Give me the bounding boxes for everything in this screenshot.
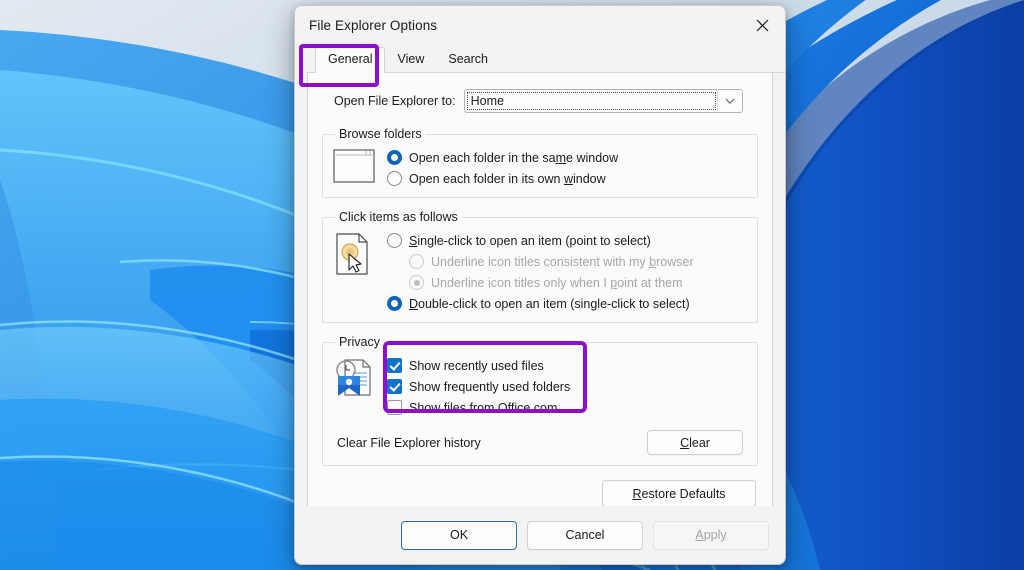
checkbox-office-com-files[interactable]: Show files from Office.com bbox=[387, 397, 747, 418]
dialog-footer: OK Cancel Apply bbox=[295, 506, 785, 564]
dialog-titlebar: File Explorer Options bbox=[295, 6, 785, 45]
tabstrip: General View Search bbox=[307, 45, 785, 73]
document-pointer-icon bbox=[333, 228, 387, 279]
close-icon[interactable] bbox=[739, 6, 785, 45]
radio-indicator bbox=[387, 296, 402, 311]
chevron-down-glyph bbox=[725, 98, 734, 104]
checkbox-frequently-used-folders[interactable]: Show frequently used folders bbox=[387, 376, 747, 397]
privacy-glyph bbox=[336, 359, 371, 396]
document-pointer-glyph bbox=[336, 233, 368, 275]
radio-underline-on-point-label: Underline icon titles only when I point … bbox=[431, 275, 683, 290]
checkbox-recently-used-files-label: Show recently used files bbox=[409, 358, 544, 373]
click-items-legend: Click items as follows bbox=[339, 210, 458, 224]
ok-button[interactable]: OK bbox=[401, 520, 517, 550]
tab-view-label: View bbox=[397, 52, 425, 66]
click-items-group: Click items as follows Single-click to o… bbox=[322, 210, 758, 323]
checkbox-recently-used-files[interactable]: Show recently used files bbox=[387, 355, 747, 376]
window-folder-icon bbox=[333, 145, 387, 186]
restore-defaults-button[interactable]: Restore Defaults bbox=[602, 480, 756, 507]
window-folder-glyph bbox=[333, 149, 375, 183]
cancel-button[interactable]: Cancel bbox=[527, 520, 643, 550]
browse-folders-legend: Browse folders bbox=[339, 127, 422, 141]
checkbox-indicator bbox=[387, 400, 402, 415]
open-to-combobox[interactable]: Home bbox=[463, 89, 743, 113]
radio-underline-consistent-label: Underline icon titles consistent with my… bbox=[431, 254, 694, 269]
tab-general-label: General bbox=[328, 52, 373, 66]
radio-indicator bbox=[409, 275, 424, 290]
tab-search-label: Search bbox=[448, 52, 488, 66]
open-to-label: Open File Explorer to: bbox=[334, 94, 456, 108]
checkbox-indicator bbox=[387, 358, 402, 373]
dialog-title: File Explorer Options bbox=[309, 18, 438, 33]
radio-underline-consistent: Underline icon titles consistent with my… bbox=[387, 251, 747, 272]
chevron-down-icon[interactable] bbox=[716, 90, 742, 112]
radio-single-click-label: Single-click to open an item (point to s… bbox=[409, 233, 651, 248]
radio-double-click[interactable]: Double-click to open an item (single-cli… bbox=[387, 293, 747, 314]
clear-history-label: Clear File Explorer history bbox=[337, 435, 481, 450]
tab-general[interactable]: General bbox=[315, 47, 386, 73]
privacy-group: Privacy Show recently used files Show fr… bbox=[322, 335, 758, 466]
restore-defaults-row: Restore Defaults bbox=[322, 480, 756, 507]
document-clock-bookmark-icon bbox=[333, 353, 387, 402]
radio-indicator bbox=[387, 150, 402, 165]
radio-indicator bbox=[387, 233, 402, 248]
general-tab-panel: Open File Explorer to: Home Browse folde… bbox=[307, 73, 773, 520]
radio-same-window-label: Open each folder in the same window bbox=[409, 150, 619, 165]
checkbox-office-com-files-label: Show files from Office.com bbox=[409, 400, 558, 415]
open-file-explorer-to-row: Open File Explorer to: Home bbox=[334, 89, 758, 113]
radio-own-window-label: Open each folder in its own window bbox=[409, 171, 606, 186]
file-explorer-options-dialog: File Explorer Options General View Searc… bbox=[294, 5, 786, 565]
privacy-legend: Privacy bbox=[339, 335, 380, 349]
radio-underline-on-point: Underline icon titles only when I point … bbox=[387, 272, 747, 293]
apply-button: Apply bbox=[653, 520, 769, 550]
radio-single-click[interactable]: Single-click to open an item (point to s… bbox=[387, 230, 747, 251]
clear-history-row: Clear File Explorer history Clear bbox=[337, 430, 743, 455]
radio-indicator bbox=[409, 254, 424, 269]
browse-folders-group: Browse folders Open each folder in the s… bbox=[322, 127, 758, 198]
checkbox-indicator bbox=[387, 379, 402, 394]
tab-search[interactable]: Search bbox=[436, 48, 500, 72]
checkbox-frequently-used-folders-label: Show frequently used folders bbox=[409, 379, 571, 394]
clear-button[interactable]: Clear bbox=[647, 430, 743, 455]
radio-own-window[interactable]: Open each folder in its own window bbox=[387, 168, 747, 189]
tab-view[interactable]: View bbox=[385, 48, 436, 72]
close-glyph bbox=[756, 19, 768, 32]
radio-same-window[interactable]: Open each folder in the same window bbox=[387, 147, 747, 168]
open-to-value: Home bbox=[470, 94, 504, 108]
radio-indicator bbox=[387, 171, 402, 186]
radio-double-click-label: Double-click to open an item (single-cli… bbox=[409, 296, 690, 311]
